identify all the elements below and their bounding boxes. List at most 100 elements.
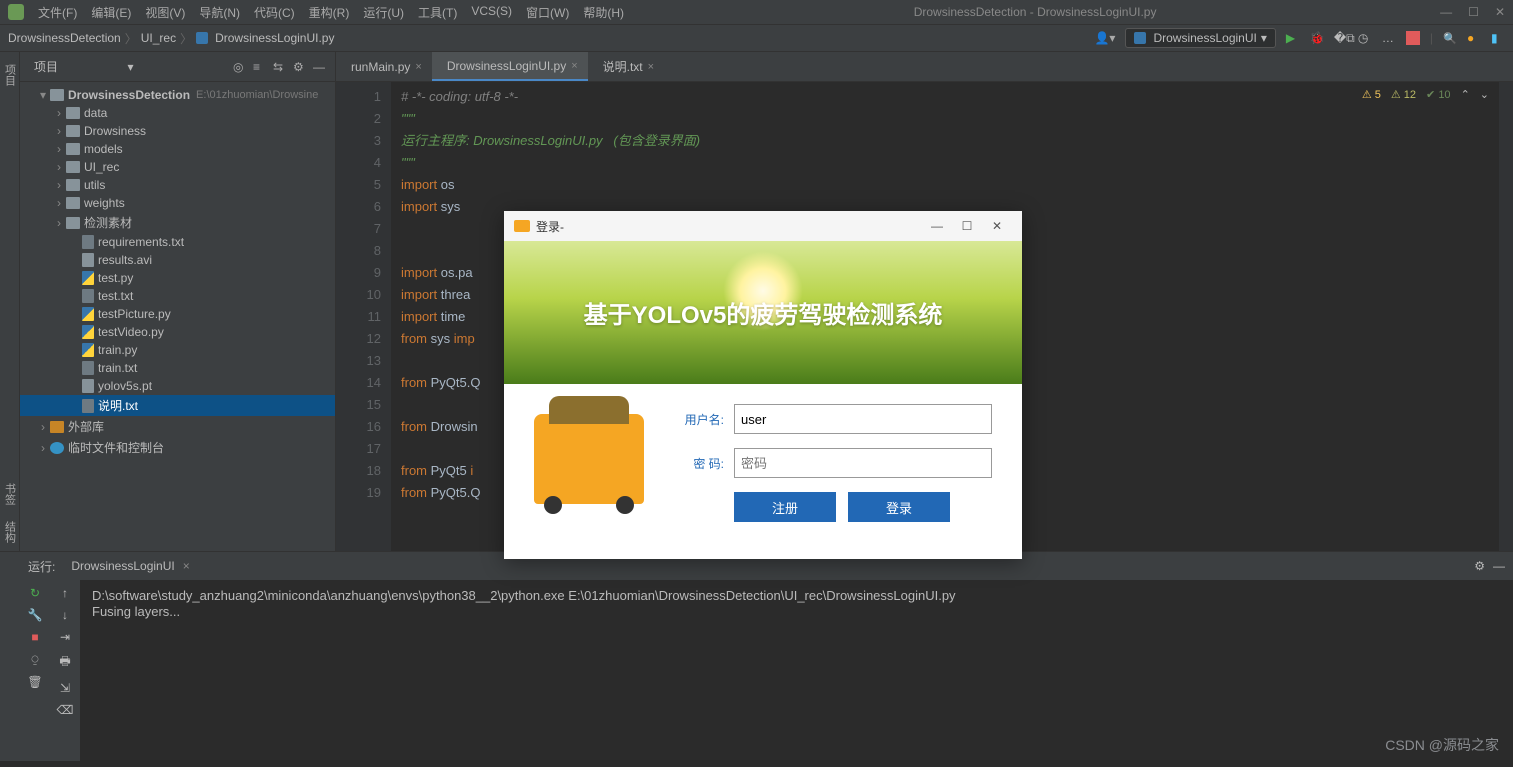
editor-marker-strip[interactable] [1499,82,1513,551]
run-config-selector[interactable]: DrowsinessLoginUI ▾ [1125,28,1275,48]
run-panel-config[interactable]: DrowsinessLoginUI [71,559,174,573]
chevron-down-icon[interactable]: ⌄ [1480,88,1489,101]
gear-icon[interactable] [293,60,307,74]
chevron-up-icon[interactable]: ⌃ [1461,88,1470,101]
attach-icon[interactable]: … [1382,31,1396,45]
dialog-titlebar: 登录- — ☐ ✕ [504,211,1022,241]
stop-icon[interactable] [1406,31,1420,45]
close-tab-icon[interactable]: × [415,61,421,73]
maximize-icon[interactable]: ☐ [1468,5,1479,19]
tree-item[interactable]: ›UI_rec [20,158,335,176]
bookmarks-tool-tab[interactable]: 书签 [0,475,20,513]
gear-icon[interactable] [1474,559,1485,573]
menu-item[interactable]: 视图(V) [139,2,191,23]
collapse-icon[interactable]: ⇆ [273,60,287,74]
project-tool-tab[interactable]: 项目 [0,56,20,94]
stop-icon[interactable]: ■ [31,630,38,644]
console-output[interactable]: D:\software\study_anzhuang2\miniconda\an… [80,580,1513,761]
dialog-maximize-icon[interactable]: ☐ [952,219,982,233]
password-label: 密 码: [664,455,724,472]
inspection-badges[interactable]: ⚠ 5 ⚠ 12 ✔ 10 ⌃ ⌄ [1362,88,1489,101]
tree-item[interactable]: ›外部库 [20,416,335,437]
debug-icon[interactable]: 🐞 [1310,31,1324,45]
tree-item[interactable]: ›检测素材 [20,212,335,233]
close-tab-icon[interactable]: × [183,559,190,573]
register-button[interactable]: 注册 [734,492,836,522]
down-icon[interactable]: ↓ [62,608,68,622]
breadcrumb-seg[interactable]: UI_rec [141,31,176,45]
target-icon[interactable]: ◎ [233,60,247,74]
chevron-down-icon[interactable]: ▾ [127,60,133,74]
menu-item[interactable]: 帮助(H) [577,2,630,23]
hide-icon[interactable]: — [313,60,327,74]
tree-item[interactable]: results.avi [20,251,335,269]
tree-item[interactable]: test.py [20,269,335,287]
editor-tab[interactable]: 说明.txt× [588,52,664,81]
tree-item[interactable]: ›utils [20,176,335,194]
breadcrumb-seg[interactable]: DrowsinessLoginUI.py [215,31,334,45]
menu-item[interactable]: 工具(T) [412,2,463,23]
avatar-icon[interactable]: ▮ [1491,31,1505,45]
menu-item[interactable]: 导航(N) [193,2,246,23]
tree-item[interactable]: yolov5s.pt [20,377,335,395]
ide-updates-icon[interactable]: ● [1467,31,1481,45]
tree-item[interactable]: testPicture.py [20,305,335,323]
minimize-icon[interactable]: — [1440,5,1452,19]
tree-item[interactable]: ▾DrowsinessDetectionE:\01zhuomian\Drowsi… [20,86,335,104]
project-tree[interactable]: ▾DrowsinessDetectionE:\01zhuomian\Drowsi… [20,82,335,551]
user-dropdown[interactable]: 👤▾ [1094,31,1115,45]
filter-icon[interactable]: 🗑 [27,675,42,689]
soft-wrap-icon[interactable]: ⇥ [60,630,70,644]
expand-icon[interactable]: ≡ [253,60,267,74]
clear-icon[interactable]: ⌫ [57,703,74,717]
dialog-close-icon[interactable]: ✕ [982,219,1012,233]
tree-item[interactable]: ›临时文件和控制台 [20,437,335,458]
menu-item[interactable]: 文件(F) [32,2,83,23]
tree-item[interactable]: ›data [20,104,335,122]
layout-icon[interactable]: ⍜ [31,652,38,667]
weak-warning-badge[interactable]: ⚠ 12 [1391,88,1416,101]
tree-item[interactable]: 说明.txt [20,395,335,416]
rerun-icon[interactable]: ↻ [30,586,40,600]
tree-item[interactable]: ›Drowsiness [20,122,335,140]
coverage-icon[interactable]: �⧉ [1334,31,1348,45]
password-input[interactable] [734,448,992,478]
menu-item[interactable]: 代码(C) [248,2,301,23]
dialog-minimize-icon[interactable]: — [922,219,952,233]
login-button[interactable]: 登录 [848,492,950,522]
tree-item[interactable]: ›weights [20,194,335,212]
editor-tab[interactable]: runMain.py× [336,52,432,81]
menu-item[interactable]: VCS(S) [465,2,518,23]
print-icon[interactable]: 🖶 [59,652,70,673]
menu-item[interactable]: 编辑(E) [85,2,137,23]
tree-item[interactable]: test.txt [20,287,335,305]
tree-item[interactable]: ›models [20,140,335,158]
wrench-icon[interactable]: 🔧 [28,608,43,622]
tree-item[interactable]: train.txt [20,359,335,377]
editor-tabs: runMain.py×DrowsinessLoginUI.py×说明.txt× [336,52,1513,82]
scroll-end-icon[interactable]: ⇲ [60,681,70,695]
typo-badge[interactable]: ✔ 10 [1426,88,1451,101]
menu-item[interactable]: 窗口(W) [520,2,575,23]
window-titlebar: 文件(F)编辑(E)视图(V)导航(N)代码(C)重构(R)运行(U)工具(T)… [0,0,1513,24]
profile-icon[interactable]: ◷ [1358,31,1372,45]
structure-tool-tab[interactable]: 结构 [0,513,20,551]
navigation-bar: DrowsinessDetection 〉 UI_rec 〉 Drowsines… [0,24,1513,52]
close-tab-icon[interactable]: × [571,60,577,72]
up-icon[interactable]: ↑ [62,586,68,600]
run-icon[interactable]: ▶ [1286,31,1300,45]
tree-item[interactable]: requirements.txt [20,233,335,251]
close-icon[interactable]: ✕ [1495,5,1505,19]
hide-icon[interactable]: — [1493,559,1505,573]
menu-item[interactable]: 运行(U) [357,2,410,23]
search-icon[interactable] [1443,31,1457,45]
close-tab-icon[interactable]: × [648,61,654,73]
tree-item[interactable]: train.py [20,341,335,359]
car-icon [514,220,530,232]
breadcrumb-seg[interactable]: DrowsinessDetection [8,31,121,45]
menu-item[interactable]: 重构(R) [303,2,356,23]
username-input[interactable] [734,404,992,434]
warning-badge[interactable]: ⚠ 5 [1362,88,1381,101]
editor-tab[interactable]: DrowsinessLoginUI.py× [432,52,588,81]
tree-item[interactable]: testVideo.py [20,323,335,341]
